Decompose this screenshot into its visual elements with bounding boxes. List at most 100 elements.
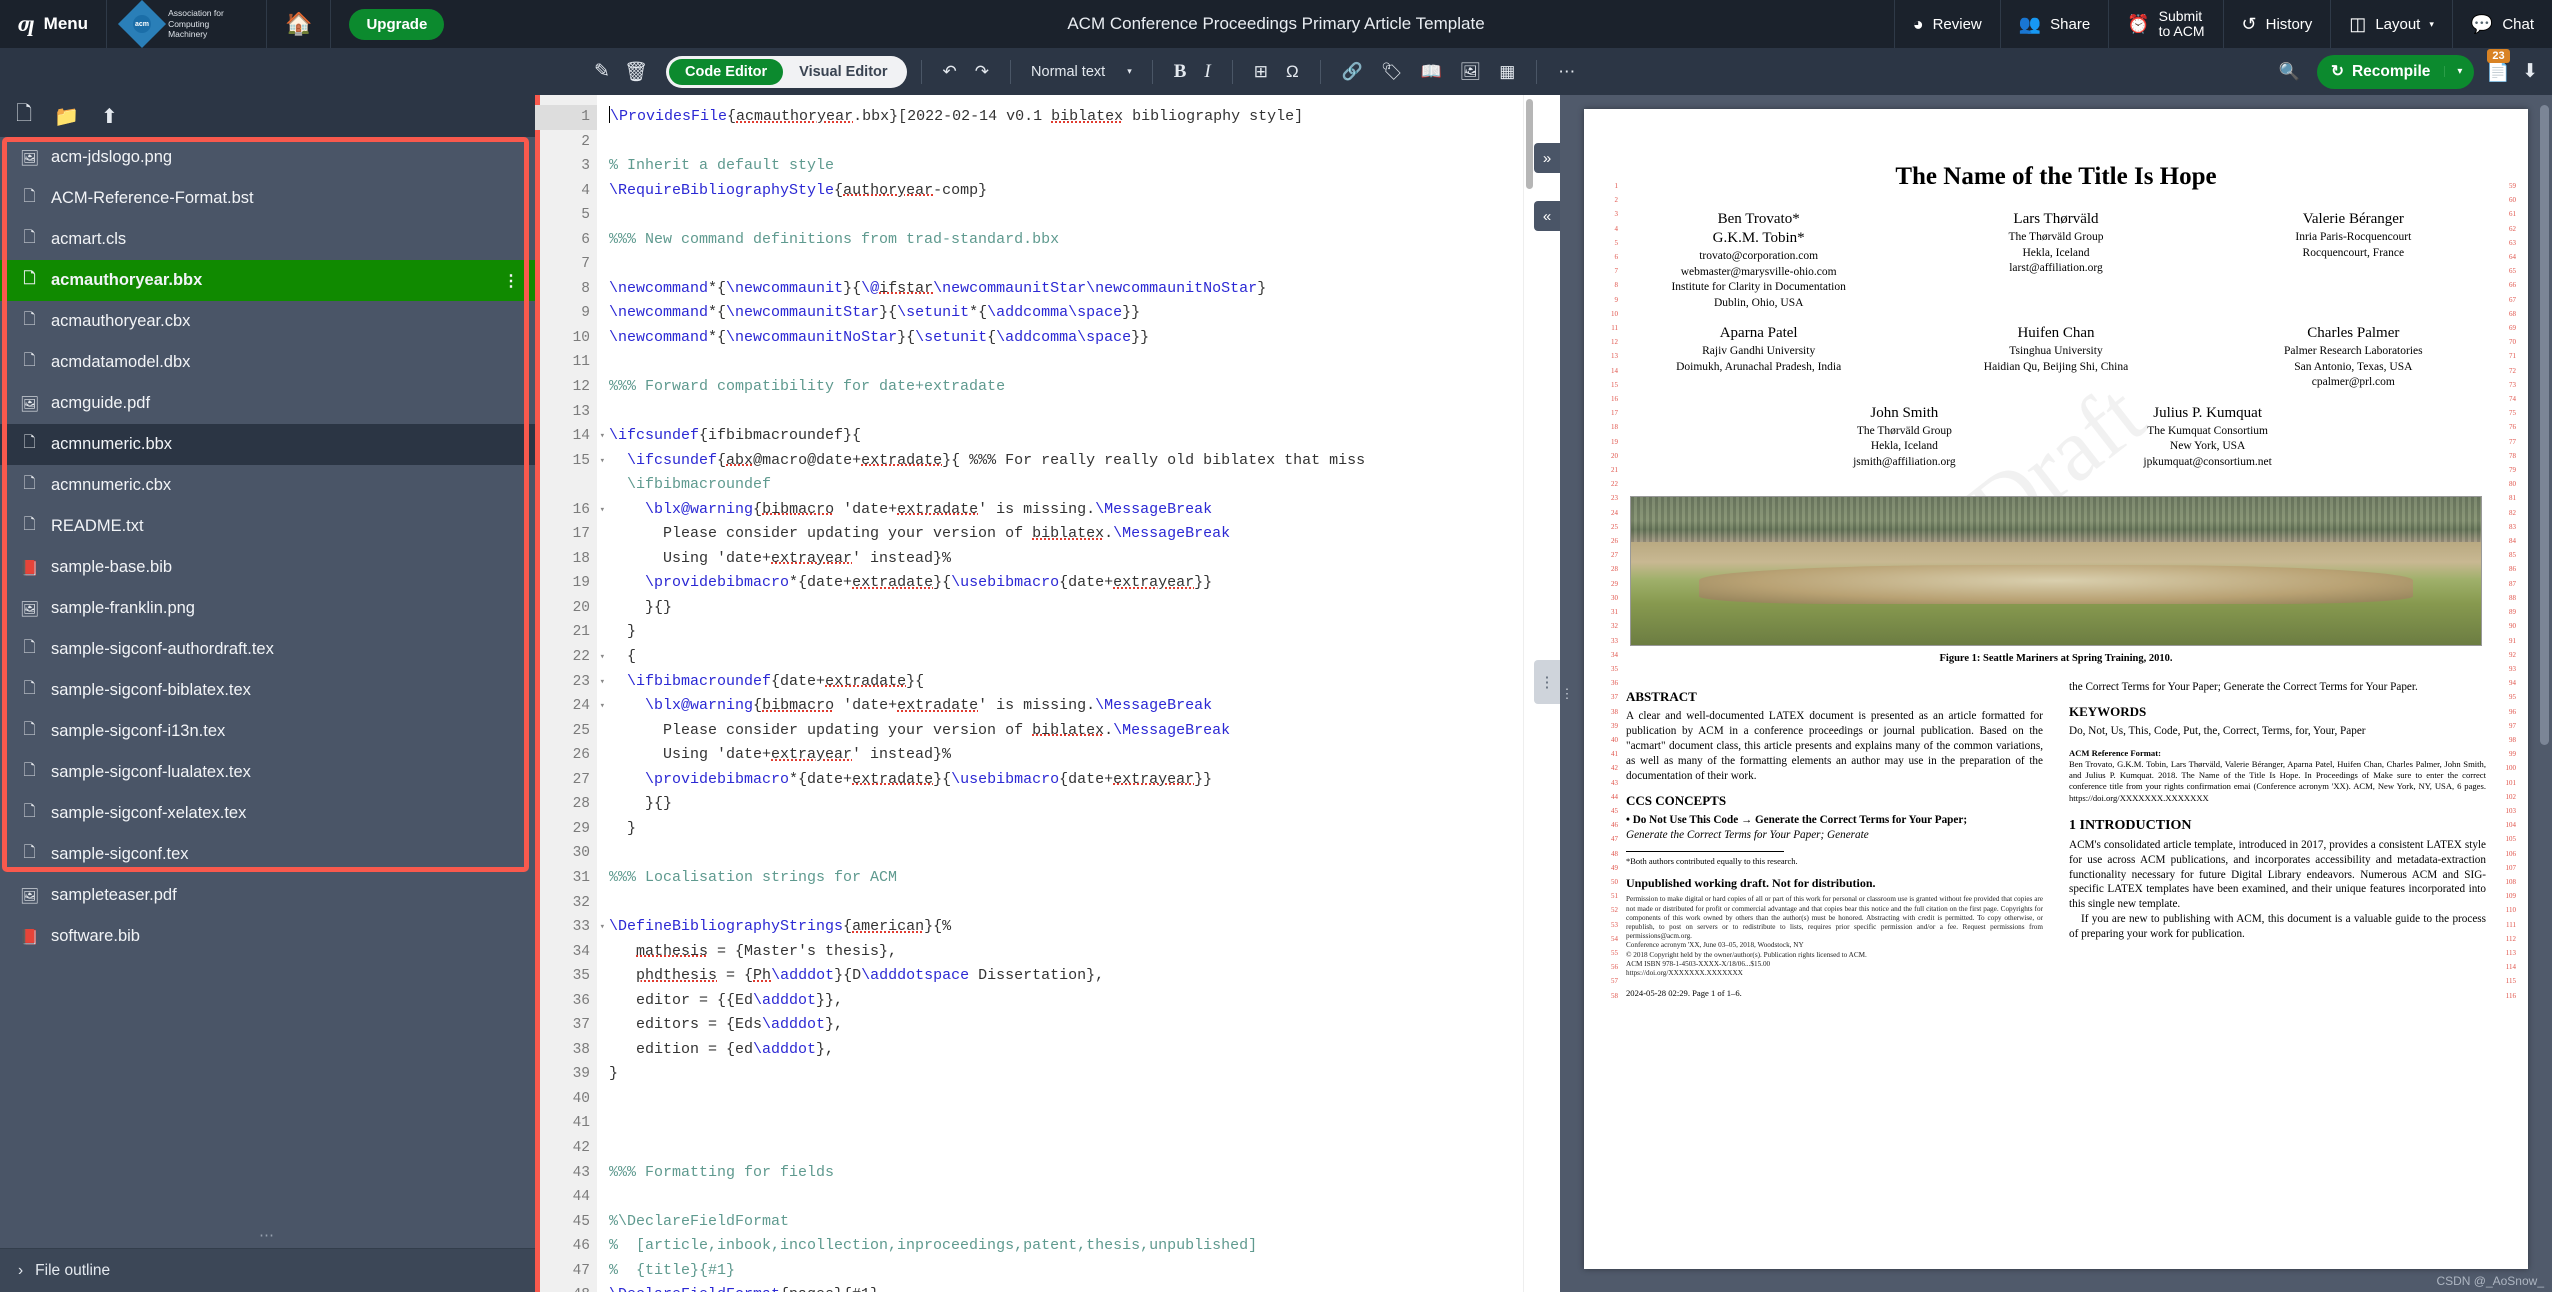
line-number: 36 bbox=[535, 989, 597, 1014]
file-tree-item[interactable]: 🗋sample-sigconf-authordraft.tex bbox=[0, 629, 535, 670]
undo-icon[interactable]: ↶ bbox=[936, 62, 964, 82]
pencil-icon[interactable]: ✎ bbox=[594, 60, 610, 83]
download-icon[interactable]: ⬇ bbox=[2522, 60, 2538, 83]
panel-resize-handle[interactable]: ⋯ bbox=[0, 1226, 535, 1248]
review-button[interactable]: ◕ Review bbox=[1894, 0, 2000, 48]
tab-code-editor[interactable]: Code Editor bbox=[669, 59, 783, 85]
new-folder-icon[interactable]: 📁 bbox=[54, 104, 79, 129]
layout-button[interactable]: ◫ Layout ▾ bbox=[2330, 0, 2452, 48]
fold-arrow-icon[interactable]: ▾ bbox=[600, 645, 605, 670]
upgrade-button[interactable]: Upgrade bbox=[349, 9, 444, 40]
fold-arrow-icon[interactable]: ▾ bbox=[600, 498, 605, 523]
pdf-line-number: 104 bbox=[2496, 818, 2516, 832]
pdf-line-number: 98 bbox=[2496, 733, 2516, 747]
redo-icon[interactable]: ↷ bbox=[968, 62, 996, 82]
history-button[interactable]: ↺ History bbox=[2223, 0, 2331, 48]
code-command: \adddotspace bbox=[861, 967, 969, 984]
code-editor-panel[interactable]: 1234567891011121314▾15▾16▾171819202122▾2… bbox=[535, 95, 1560, 1292]
recompile-button[interactable]: ↻ Recompile ▾ bbox=[2317, 55, 2474, 89]
pdf-line-number: 116 bbox=[2496, 989, 2516, 1003]
file-tree-item[interactable]: 📕sample-base.bib bbox=[0, 547, 535, 588]
more-dots-icon[interactable]: ⋯ bbox=[1551, 62, 1582, 82]
file-tree-item[interactable]: 🗋acmauthoryear.cbx bbox=[0, 301, 535, 342]
math-icon[interactable]: ⊞ bbox=[1247, 62, 1275, 82]
fold-arrow-icon[interactable]: ▾ bbox=[600, 915, 605, 940]
file-tree-item[interactable]: 🗋acmnumeric.bbx bbox=[0, 424, 535, 465]
line-number: 24▾ bbox=[535, 694, 597, 719]
conference-line-3: ACM ISBN 978-1-4503-XXXX-X/18/06...$15.0… bbox=[1626, 960, 2043, 969]
fold-arrow-icon[interactable]: ▾ bbox=[600, 449, 605, 474]
home-button[interactable]: 🏠 bbox=[267, 0, 331, 48]
file-tree-item[interactable]: 🗋sample-sigconf.tex bbox=[0, 834, 535, 875]
file-tree-item[interactable]: 🗋sample-sigconf-lualatex.tex bbox=[0, 752, 535, 793]
table-icon[interactable]: ▦ bbox=[1492, 62, 1522, 82]
panel-divider-handle[interactable]: ⋮ bbox=[1534, 660, 1560, 704]
search-icon[interactable]: 🔍 bbox=[2272, 62, 2307, 82]
share-button[interactable]: 👥 Share bbox=[2000, 0, 2108, 48]
pdf-line-number: 66 bbox=[2496, 278, 2516, 292]
bib-file-icon: 📕 bbox=[20, 928, 39, 946]
book-icon[interactable]: 📖 bbox=[1413, 62, 1448, 82]
pdf-line-number: 53 bbox=[1598, 918, 1618, 932]
new-file-icon[interactable]: 🗋 bbox=[16, 99, 32, 133]
file-tree-item[interactable]: 🗋acmart.cls bbox=[0, 219, 535, 260]
file-tree-item[interactable]: 🖼acmguide.pdf bbox=[0, 383, 535, 424]
pdf-line-number: 22 bbox=[1598, 477, 1618, 491]
file-tree-item[interactable]: 🗋ACM-Reference-Format.bst bbox=[0, 178, 535, 219]
code-text: .bbx}[2022-02-14 v0.1 bbox=[853, 108, 1051, 125]
link-icon[interactable]: 🔗 bbox=[1335, 62, 1370, 82]
recompile-dropdown-caret[interactable]: ▾ bbox=[2444, 66, 2474, 77]
upload-icon[interactable]: ⬆ bbox=[101, 104, 118, 129]
code-line: \DefineBibliographyStrings{american}{% bbox=[609, 915, 1523, 940]
tag-icon[interactable]: 🏷 bbox=[1374, 62, 1410, 82]
paragraph-style-select[interactable]: Normal text ▾ bbox=[1025, 64, 1138, 80]
trash-icon[interactable]: 🗑 bbox=[624, 60, 648, 84]
code-text: {pages}{#1} bbox=[780, 1286, 879, 1292]
file-tree-item[interactable]: 🖼acm-jdslogo.png bbox=[0, 137, 535, 178]
expand-left-icon[interactable]: « bbox=[1534, 201, 1560, 231]
pdf-line-number: 60 bbox=[2496, 193, 2516, 207]
file-outline-toggle[interactable]: › File outline bbox=[0, 1248, 535, 1292]
bold-button[interactable]: B bbox=[1167, 61, 1194, 83]
file-tree-item[interactable]: 📕software.bib bbox=[0, 916, 535, 957]
pdf-line-number: 114 bbox=[2496, 960, 2516, 974]
pdf-viewport[interactable]: Draft 1234567891011121314151617181920212… bbox=[1574, 95, 2552, 1292]
pdf-panel-drag-handle[interactable]: ⋮ bbox=[1560, 95, 1574, 1292]
pdf-line-number: 67 bbox=[2496, 293, 2516, 307]
fold-arrow-icon[interactable]: ▾ bbox=[600, 670, 605, 695]
file-context-menu-icon[interactable]: ⋮ bbox=[503, 271, 519, 291]
acm-brand-logo[interactable]: acm Association for Computing Machinery bbox=[107, 0, 267, 48]
file-tree-item[interactable]: 🖼sampleteaser.pdf bbox=[0, 875, 535, 916]
file-tree-item[interactable]: 🗋README.txt bbox=[0, 506, 535, 547]
code-command: \newcommaunitNoStar bbox=[726, 329, 897, 346]
file-tree-item[interactable]: 🗋acmauthoryear.bbx⋮ bbox=[0, 260, 535, 301]
code-comment: % [article,inbook,incollection,inproceed… bbox=[609, 1237, 1257, 1254]
file-tree-item[interactable]: 🗋sample-sigconf-xelatex.tex bbox=[0, 793, 535, 834]
editor-scrollbar-thumb[interactable] bbox=[1526, 99, 1533, 189]
fold-arrow-icon[interactable]: ▾ bbox=[600, 424, 605, 449]
file-tree-item[interactable]: 🗋acmnumeric.cbx bbox=[0, 465, 535, 506]
image-icon[interactable]: 🖼 bbox=[1453, 62, 1489, 82]
file-tree-item[interactable]: 🗋sample-sigconf-biblatex.tex bbox=[0, 670, 535, 711]
pdf-line-number: 83 bbox=[2496, 520, 2516, 534]
file-name: sample-franklin.png bbox=[51, 599, 195, 618]
file-tree-item[interactable]: 🖼sample-franklin.png bbox=[0, 588, 535, 629]
compile-logs-button[interactable]: 23 📄 bbox=[2486, 60, 2510, 84]
code-text bbox=[609, 771, 645, 788]
fold-arrow-icon[interactable]: ▾ bbox=[600, 694, 605, 719]
menu-button[interactable]: ƣ Menu bbox=[0, 0, 107, 48]
expand-right-icon[interactable]: » bbox=[1534, 143, 1560, 173]
chat-button[interactable]: 💬 Chat bbox=[2452, 0, 2552, 48]
pdf-scrollbar-thumb[interactable] bbox=[2540, 105, 2549, 745]
code-text-area[interactable]: \ProvidesFile{acmauthoryear.bbx}[2022-02… bbox=[597, 95, 1523, 1292]
file-tree-item[interactable]: 🗋sample-sigconf-i13n.tex bbox=[0, 711, 535, 752]
italic-button[interactable]: I bbox=[1197, 61, 1217, 83]
submit-to-acm-button[interactable]: ⏰ Submit to ACM bbox=[2108, 0, 2222, 48]
pdf-line-number: 36 bbox=[1598, 676, 1618, 690]
editor-scrollbar[interactable] bbox=[1523, 95, 1534, 1292]
symbol-omega-button[interactable]: Ω bbox=[1279, 62, 1306, 82]
tab-visual-editor[interactable]: Visual Editor bbox=[783, 59, 903, 85]
code-text: }} bbox=[1122, 304, 1140, 321]
file-tree-item[interactable]: 🗋acmdatamodel.dbx bbox=[0, 342, 535, 383]
code-text: Using 'date+ bbox=[609, 550, 771, 567]
